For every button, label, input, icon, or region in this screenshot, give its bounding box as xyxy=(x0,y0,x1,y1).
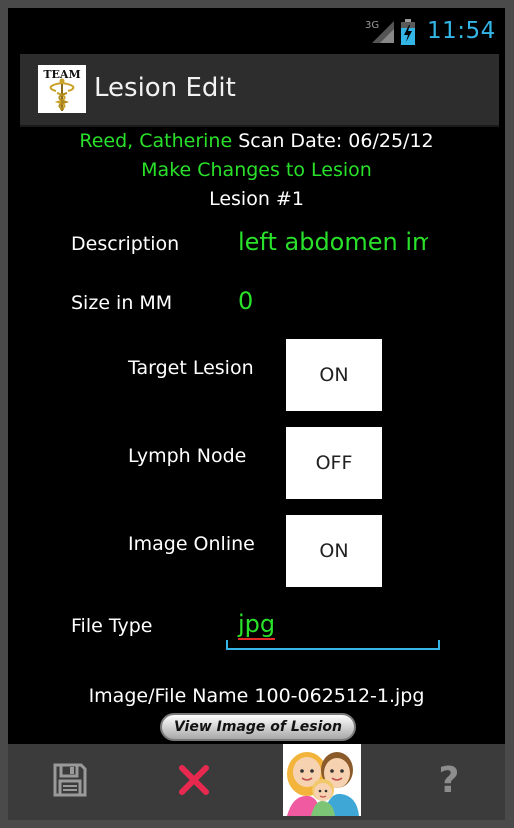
help-button[interactable]: ? xyxy=(393,744,505,816)
bottom-action-bar: ? xyxy=(8,744,505,820)
file-name-text: Image/File Name 100-062512-1.jpg xyxy=(88,685,425,707)
save-icon xyxy=(53,763,87,797)
device-screen: 3G 11:54 TEAM Lesion Edit Reed, Catherin… xyxy=(8,8,505,820)
lesion-number: Lesion #1 xyxy=(209,188,304,210)
family-icon xyxy=(287,752,359,816)
lymph-node-label: Lymph Node xyxy=(128,445,247,467)
team-logo[interactable]: TEAM xyxy=(38,65,86,113)
help-icon: ? xyxy=(438,759,460,801)
view-image-button[interactable]: View Image of Lesion xyxy=(160,713,356,741)
file-type-input[interactable]: jpg xyxy=(226,606,440,650)
delete-icon xyxy=(179,765,209,795)
description-label: Description xyxy=(71,233,180,255)
delete-button[interactable] xyxy=(132,744,256,816)
battery-charging-icon xyxy=(401,19,415,45)
file-type-value: jpg xyxy=(238,610,276,640)
family-button[interactable] xyxy=(283,744,361,816)
target-lesion-toggle[interactable]: ON xyxy=(286,339,382,411)
image-online-label: Image Online xyxy=(128,533,255,555)
target-lesion-label: Target Lesion xyxy=(128,357,254,379)
patient-line: Reed, Catherine Scan Date: 06/25/12 xyxy=(8,130,505,152)
clock: 11:54 xyxy=(427,18,496,44)
file-type-label: File Type xyxy=(71,615,153,637)
instruction-text: Make Changes to Lesion xyxy=(141,159,372,181)
action-bar: TEAM Lesion Edit xyxy=(20,54,499,127)
size-field[interactable]: 0 xyxy=(238,287,253,315)
page-title: Lesion Edit xyxy=(94,73,236,103)
scan-date: Scan Date: 06/25/12 xyxy=(238,130,434,152)
save-button[interactable] xyxy=(8,744,132,816)
signal-icon xyxy=(372,21,394,43)
description-field[interactable]: left abdomen im xyxy=(238,228,428,256)
image-online-toggle[interactable]: ON xyxy=(286,515,382,587)
size-label: Size in MM xyxy=(71,292,173,314)
caduceus-icon: TEAM xyxy=(43,68,81,111)
status-bar: 3G 11:54 xyxy=(8,8,505,52)
patient-name: Reed, Catherine xyxy=(79,130,233,152)
lymph-node-toggle[interactable]: OFF xyxy=(286,427,382,499)
